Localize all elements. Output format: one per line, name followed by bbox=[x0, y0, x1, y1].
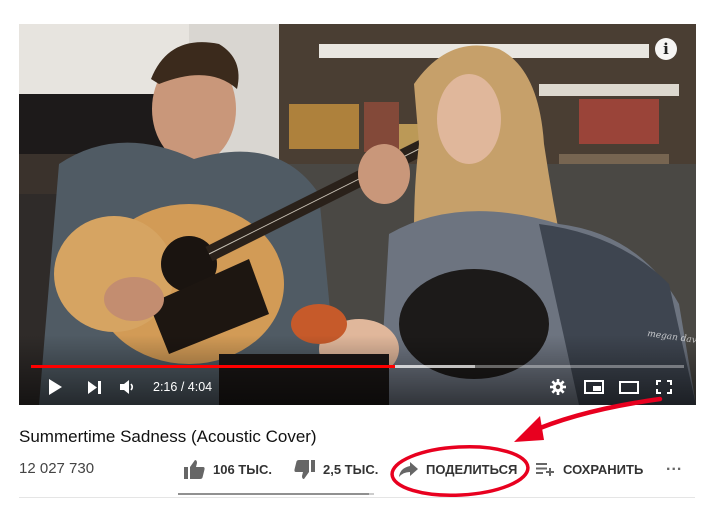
thumbs-down-icon bbox=[294, 459, 315, 479]
share-button[interactable]: ПОДЕЛИТЬСЯ bbox=[399, 457, 517, 481]
thumbs-up-icon bbox=[184, 459, 205, 479]
skip-next-icon[interactable] bbox=[86, 376, 102, 398]
dislike-count: 2,5 ТЫС. bbox=[323, 461, 379, 477]
current-time: 2:16 bbox=[153, 380, 178, 394]
share-arrow-icon bbox=[399, 461, 418, 477]
section-divider bbox=[19, 497, 695, 498]
duration: 4:04 bbox=[187, 380, 213, 394]
like-ratio-fill bbox=[178, 493, 370, 495]
progress-played bbox=[31, 365, 395, 368]
save-label: СОХРАНИТЬ bbox=[563, 461, 644, 477]
save-button[interactable]: СОХРАНИТЬ bbox=[536, 457, 643, 481]
time-display: 2:16 / 4:04 bbox=[153, 380, 212, 394]
gear-icon[interactable] bbox=[549, 376, 567, 398]
view-count: 12 027 730 bbox=[19, 460, 95, 477]
theater-mode-icon[interactable] bbox=[618, 376, 640, 398]
annotation-arrow-head bbox=[514, 416, 544, 442]
share-label: ПОДЕЛИТЬСЯ bbox=[426, 461, 518, 477]
info-icon[interactable]: i bbox=[655, 38, 677, 60]
like-button[interactable]: 106 ТЫС. bbox=[184, 457, 272, 481]
more-actions-button[interactable]: ... bbox=[666, 457, 682, 481]
player-controls: 2:16 / 4:04 bbox=[19, 369, 696, 405]
like-count: 106 ТЫС. bbox=[213, 461, 272, 477]
video-title: Summertime Sadness (Acoustic Cover) bbox=[19, 427, 317, 446]
playlist-add-icon bbox=[536, 463, 554, 476]
like-dislike-ratio-bar bbox=[178, 493, 374, 495]
miniplayer-icon[interactable] bbox=[583, 376, 605, 398]
fullscreen-icon[interactable] bbox=[655, 376, 673, 398]
video-player[interactable]: i megan davies 2:16 / 4:04 bbox=[19, 24, 696, 405]
dislike-button[interactable]: 2,5 ТЫС. bbox=[294, 457, 378, 481]
time-separator: / bbox=[180, 380, 185, 394]
volume-icon[interactable] bbox=[119, 376, 137, 398]
more-horizontal-icon: ... bbox=[666, 457, 683, 474]
play-icon[interactable] bbox=[46, 376, 64, 398]
